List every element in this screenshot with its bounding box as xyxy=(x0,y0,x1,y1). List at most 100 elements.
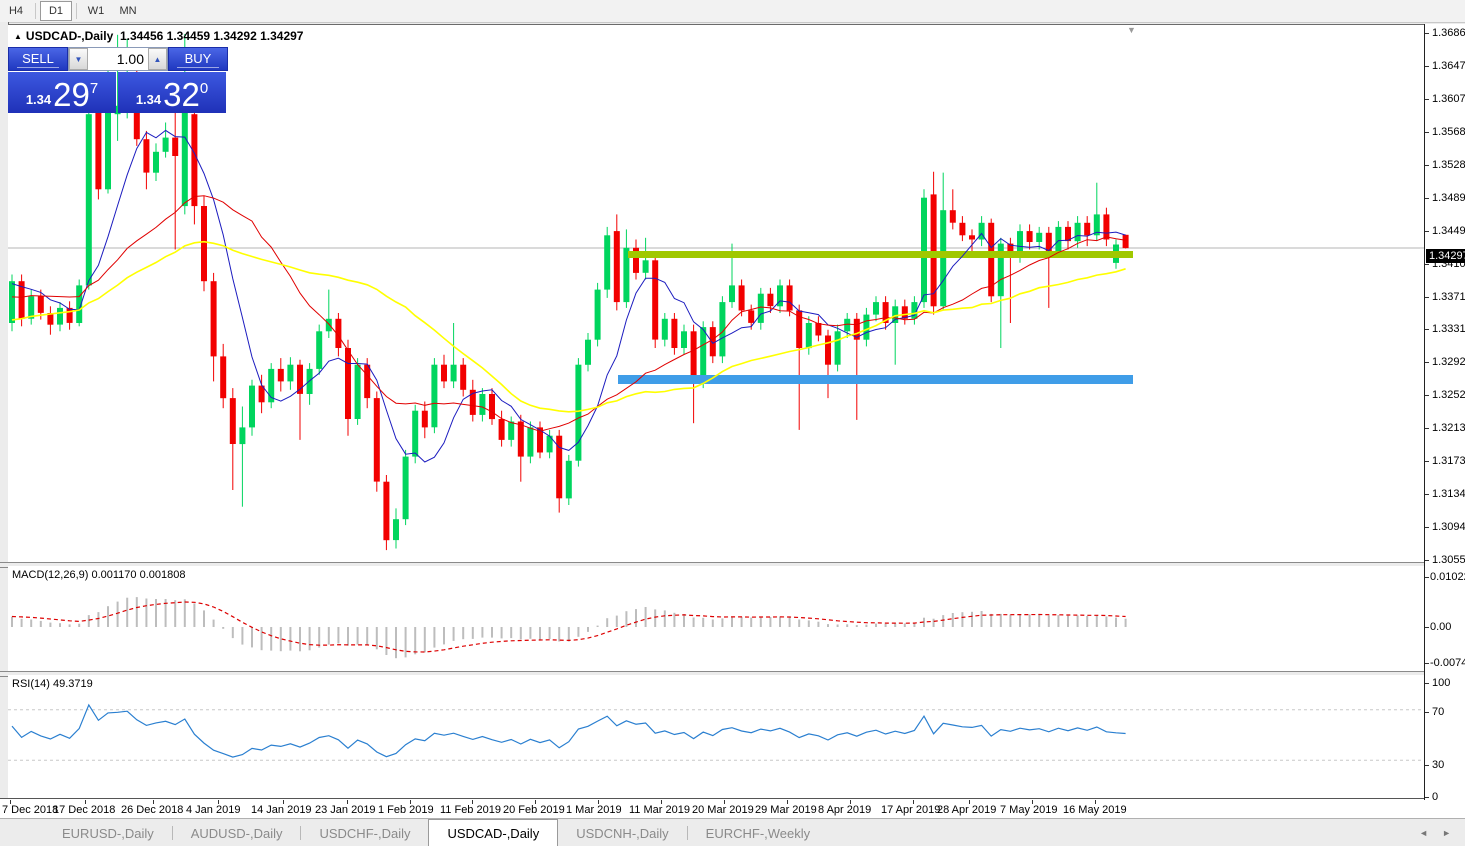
date-axis-label: 8 Apr 2019 xyxy=(818,804,871,816)
price-axis-tick xyxy=(1425,297,1429,298)
timeframe-button-d1[interactable]: D1 xyxy=(40,1,72,21)
sell-price-base: 1.34 xyxy=(26,92,51,107)
date-axis-label: 11 Mar 2019 xyxy=(629,804,690,816)
date-axis-label: 17 Dec 2018 xyxy=(53,804,115,816)
tab-scroll-right-icon[interactable]: ► xyxy=(1442,828,1451,838)
rsi-axis-label: 70 xyxy=(1432,706,1444,718)
chart-tab-usdchf[interactable]: USDCHF-,Daily xyxy=(301,819,428,846)
timeframe-button-h4[interactable]: H4 xyxy=(1,2,31,20)
rsi-axis-tick xyxy=(1425,765,1429,766)
macd-axis-tick xyxy=(1425,627,1429,628)
collapse-panel-icon[interactable]: ▲ xyxy=(14,32,22,41)
price-axis-label: 1.30940 xyxy=(1432,521,1465,533)
price-axis-tick xyxy=(1425,527,1429,528)
price-axis-label: 1.33310 xyxy=(1432,323,1465,335)
chart-shift-marker-icon[interactable]: ▼ xyxy=(1127,25,1136,35)
chart-tab-usdcnh[interactable]: USDCNH-,Daily xyxy=(558,819,686,846)
price-axis-tick xyxy=(1425,461,1429,462)
price-axis-tick xyxy=(1425,494,1429,495)
chart-ohlc-values: 1.34456 1.34459 1.34292 1.34297 xyxy=(120,29,304,43)
tab-bar-lead-space xyxy=(0,819,44,846)
price-axis-label: 1.35280 xyxy=(1432,159,1465,171)
toolbar-separator xyxy=(76,3,77,19)
sell-price-tile[interactable]: 1.34 29 7 xyxy=(8,72,116,113)
buy-price-big: 32 xyxy=(163,80,200,110)
chart-tab-bar: EURUSD-,DailyAUDUSD-,DailyUSDCHF-,DailyU… xyxy=(0,818,1465,846)
mt4-window: H4 D1 W1MN ▲ USDCAD-,Daily 1.34456 1.34459 … xyxy=(0,0,1465,846)
price-axis-label: 1.36470 xyxy=(1432,60,1465,72)
price-axis-tick xyxy=(1425,165,1429,166)
date-axis-label: 4 Jan 2019 xyxy=(186,804,240,816)
price-axis-label: 1.34490 xyxy=(1432,225,1465,237)
price-axis-tick xyxy=(1425,231,1429,232)
volume-decrease-icon[interactable]: ▼ xyxy=(69,48,88,70)
price-axis-label: 1.32130 xyxy=(1432,422,1465,434)
price-axis-tick xyxy=(1425,362,1429,363)
chart-title: ▲ USDCAD-,Daily 1.34456 1.34459 1.34292 1… xyxy=(14,29,303,43)
rsi-label: RSI(14) 49.3719 xyxy=(12,678,93,690)
macd-axis-tick xyxy=(1425,663,1429,664)
date-axis-label: 20 Mar 2019 xyxy=(692,804,754,816)
date-axis-label: 17 Apr 2019 xyxy=(881,804,940,816)
chart-tab-eurchf[interactable]: EURCHF-,Weekly xyxy=(688,819,829,846)
rsi-axis-label: 30 xyxy=(1432,759,1444,771)
price-axis-label: 1.33710 xyxy=(1432,291,1465,303)
price-axis-tick xyxy=(1425,132,1429,133)
volume-input[interactable] xyxy=(88,48,148,70)
price-axis-label: 1.32520 xyxy=(1432,389,1465,401)
buy-price-pip: 0 xyxy=(200,80,208,97)
price-axis-label: 1.35680 xyxy=(1432,126,1465,138)
price-axis-tick xyxy=(1425,395,1429,396)
buy-price-tile[interactable]: 1.34 32 0 xyxy=(118,72,226,113)
chart-tab-usdcad[interactable]: USDCAD-,Daily xyxy=(428,819,558,846)
macd-axis-label: 0.010229 xyxy=(1430,571,1465,583)
date-axis-label: 11 Feb 2019 xyxy=(440,804,501,816)
chart-tab-audusd[interactable]: AUDUSD-,Daily xyxy=(173,819,301,846)
price-chart-panel[interactable]: ▲ USDCAD-,Daily 1.34456 1.34459 1.34292 1… xyxy=(8,24,1424,563)
rsi-indicator-panel[interactable]: RSI(14) 49.3719 xyxy=(8,675,1424,798)
tab-scroll-controls: ◄► xyxy=(1419,819,1465,846)
macd-axis-label: 0.00 xyxy=(1430,621,1451,633)
date-axis-label: 7 Dec 2018 xyxy=(2,804,58,816)
sell-price-pip: 7 xyxy=(90,80,98,97)
chart-symbol-label: USDCAD-,Daily xyxy=(26,29,113,43)
rsi-axis-label: 100 xyxy=(1432,677,1450,689)
price-axis-tick xyxy=(1425,329,1429,330)
timeframe-button-mn[interactable]: MN xyxy=(113,2,143,20)
date-axis-label: 29 Mar 2019 xyxy=(755,804,817,816)
volume-increase-icon[interactable]: ▲ xyxy=(148,48,167,70)
timeframe-toolbar: H4 D1 W1MN xyxy=(0,0,1465,23)
one-click-trading-panel: SELL ▼ ▲ BUY 1.34 29 7 1.34 32 0 xyxy=(8,47,228,113)
sell-button[interactable]: SELL xyxy=(8,47,68,71)
macd-axis-tick xyxy=(1425,577,1429,578)
tab-scroll-left-icon[interactable]: ◄ xyxy=(1419,828,1428,838)
sell-price-big: 29 xyxy=(53,80,90,110)
price-axis-tick xyxy=(1425,99,1429,100)
price-axis[interactable]: 1.368601.364701.360701.356801.352801.348… xyxy=(1424,24,1465,800)
rsi-axis-tick xyxy=(1425,683,1429,684)
macd-indicator-panel[interactable]: MACD(12,26,9) 0.001170 0.001808 xyxy=(8,566,1424,671)
price-axis-tick xyxy=(1425,264,1429,265)
price-axis-tick xyxy=(1425,198,1429,199)
price-axis-label: 1.30550 xyxy=(1432,554,1465,566)
price-axis-tick xyxy=(1425,33,1429,34)
date-axis[interactable]: 7 Dec 201817 Dec 201826 Dec 20184 Jan 20… xyxy=(0,800,1465,818)
price-axis-label: 1.36070 xyxy=(1432,93,1465,105)
date-axis-label: 28 Apr 2019 xyxy=(937,804,996,816)
date-axis-label: 23 Jan 2019 xyxy=(315,804,376,816)
rsi-axis-tick xyxy=(1425,797,1429,798)
price-axis-tick xyxy=(1425,560,1429,561)
price-axis-label: 1.31340 xyxy=(1432,488,1465,500)
chart-tab-eurusd[interactable]: EURUSD-,Daily xyxy=(44,819,172,846)
macd-chart xyxy=(8,566,1424,671)
price-axis-tick xyxy=(1425,428,1429,429)
current-price-tag: 1.34297 xyxy=(1426,249,1465,263)
timeframe-button-w1[interactable]: W1 xyxy=(81,2,111,20)
macd-axis-label: -0.007477 xyxy=(1430,657,1465,669)
toolbar-separator xyxy=(35,3,36,19)
buy-button[interactable]: BUY xyxy=(168,47,228,71)
rsi-axis-tick xyxy=(1425,712,1429,713)
price-axis-label: 1.32920 xyxy=(1432,356,1465,368)
date-axis-label: 14 Jan 2019 xyxy=(251,804,312,816)
date-axis-label: 20 Feb 2019 xyxy=(503,804,565,816)
